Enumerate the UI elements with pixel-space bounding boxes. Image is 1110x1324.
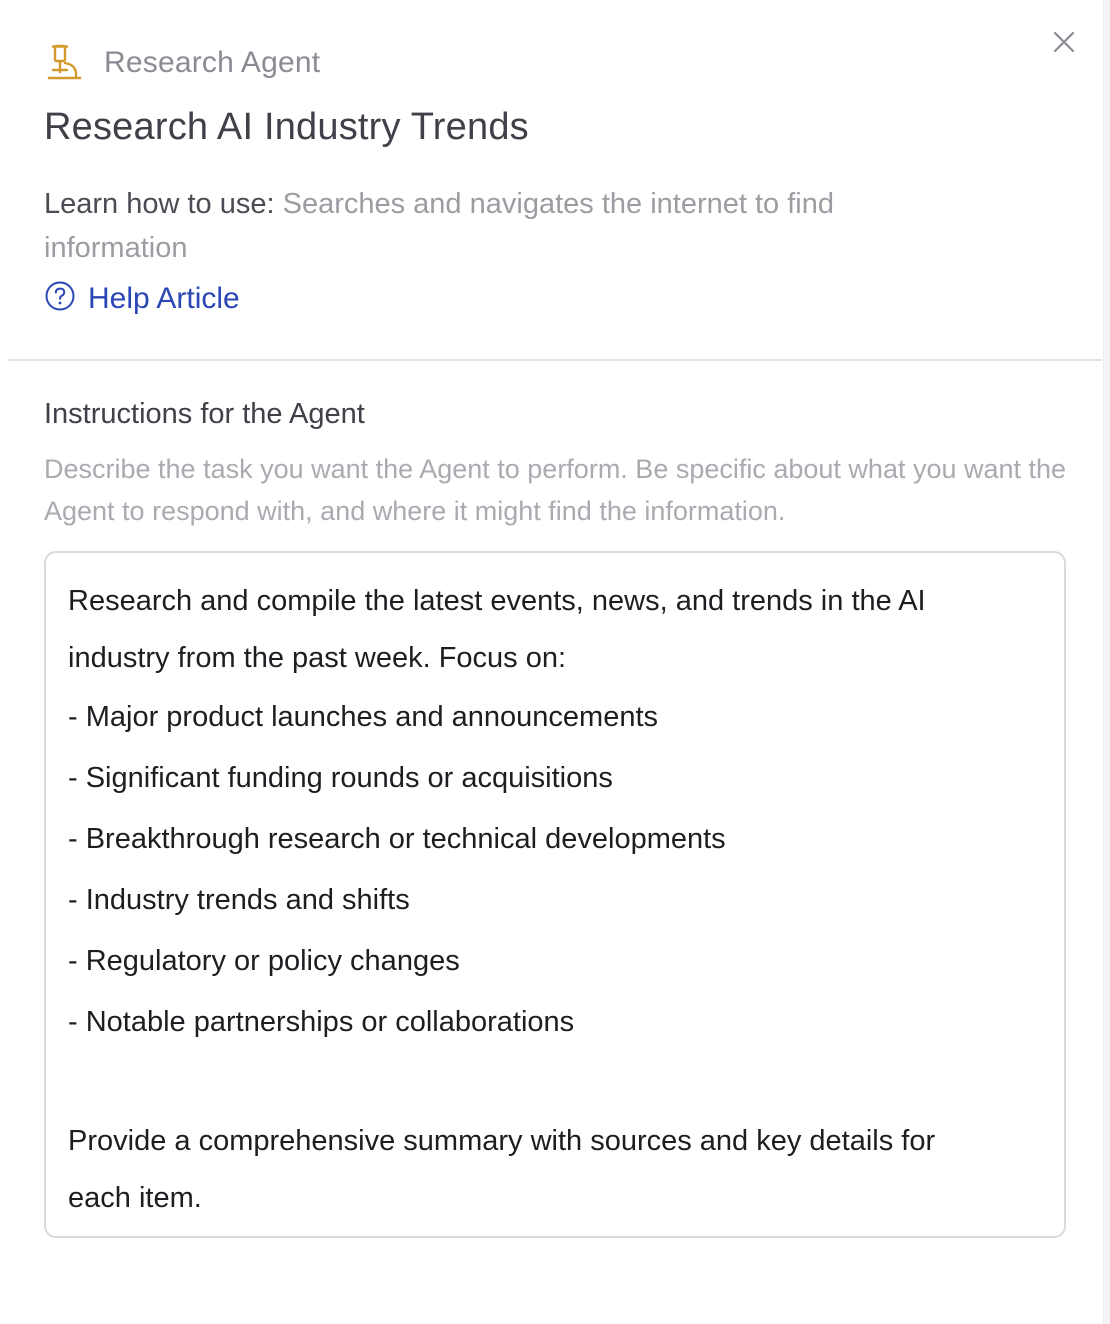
intro-line: Research and compile the latest events, … (68, 585, 926, 617)
bullet-item: - Notable partnerships or collaborations (68, 1006, 575, 1038)
flask-icon (44, 43, 84, 83)
help-article-link[interactable]: Help Article (44, 280, 240, 317)
panel-header: Research Agent (44, 40, 1044, 86)
help-article-label: Help Article (88, 281, 240, 315)
agent-type-row: Research Agent (44, 40, 1044, 86)
closing-line: Provide a comprehensive summary with sou… (68, 1125, 936, 1157)
scrollbar-track[interactable] (1103, 0, 1110, 1324)
page-title: Research AI Industry Trends (44, 106, 529, 148)
section-divider (8, 359, 1102, 361)
bullet-item: - Major product launches and announcemen… (68, 701, 659, 733)
instructions-description: Describe the task you want the Agent to … (44, 454, 1067, 526)
closing-line: each item. (68, 1182, 202, 1214)
bullet-item: - Regulatory or policy changes (68, 945, 460, 977)
question-circle-icon (44, 280, 76, 317)
agent-type-label: Research Agent (104, 46, 321, 79)
agent-config-panel: Research Agent Research AI Industry Tren… (0, 0, 1110, 1324)
instructions-textarea[interactable]: Research and compile the latest events, … (44, 551, 1066, 1238)
learn-how-to-use: Learn how to use: Searches and navigates… (44, 182, 984, 270)
instructions-content: Research and compile the latest events, … (68, 573, 1042, 1227)
bullet-item: - Industry trends and shifts (68, 884, 410, 916)
bullet-item: - Significant funding rounds or acquisit… (68, 762, 613, 794)
close-button[interactable] (1046, 26, 1082, 62)
intro-line: industry from the past week. Focus on: (68, 642, 567, 674)
learn-label: Learn how to use: (44, 188, 275, 220)
instructions-heading: Instructions for the Agent (44, 398, 365, 430)
close-icon (1052, 30, 1076, 59)
bullet-item: - Breakthrough research or technical dev… (68, 823, 726, 855)
